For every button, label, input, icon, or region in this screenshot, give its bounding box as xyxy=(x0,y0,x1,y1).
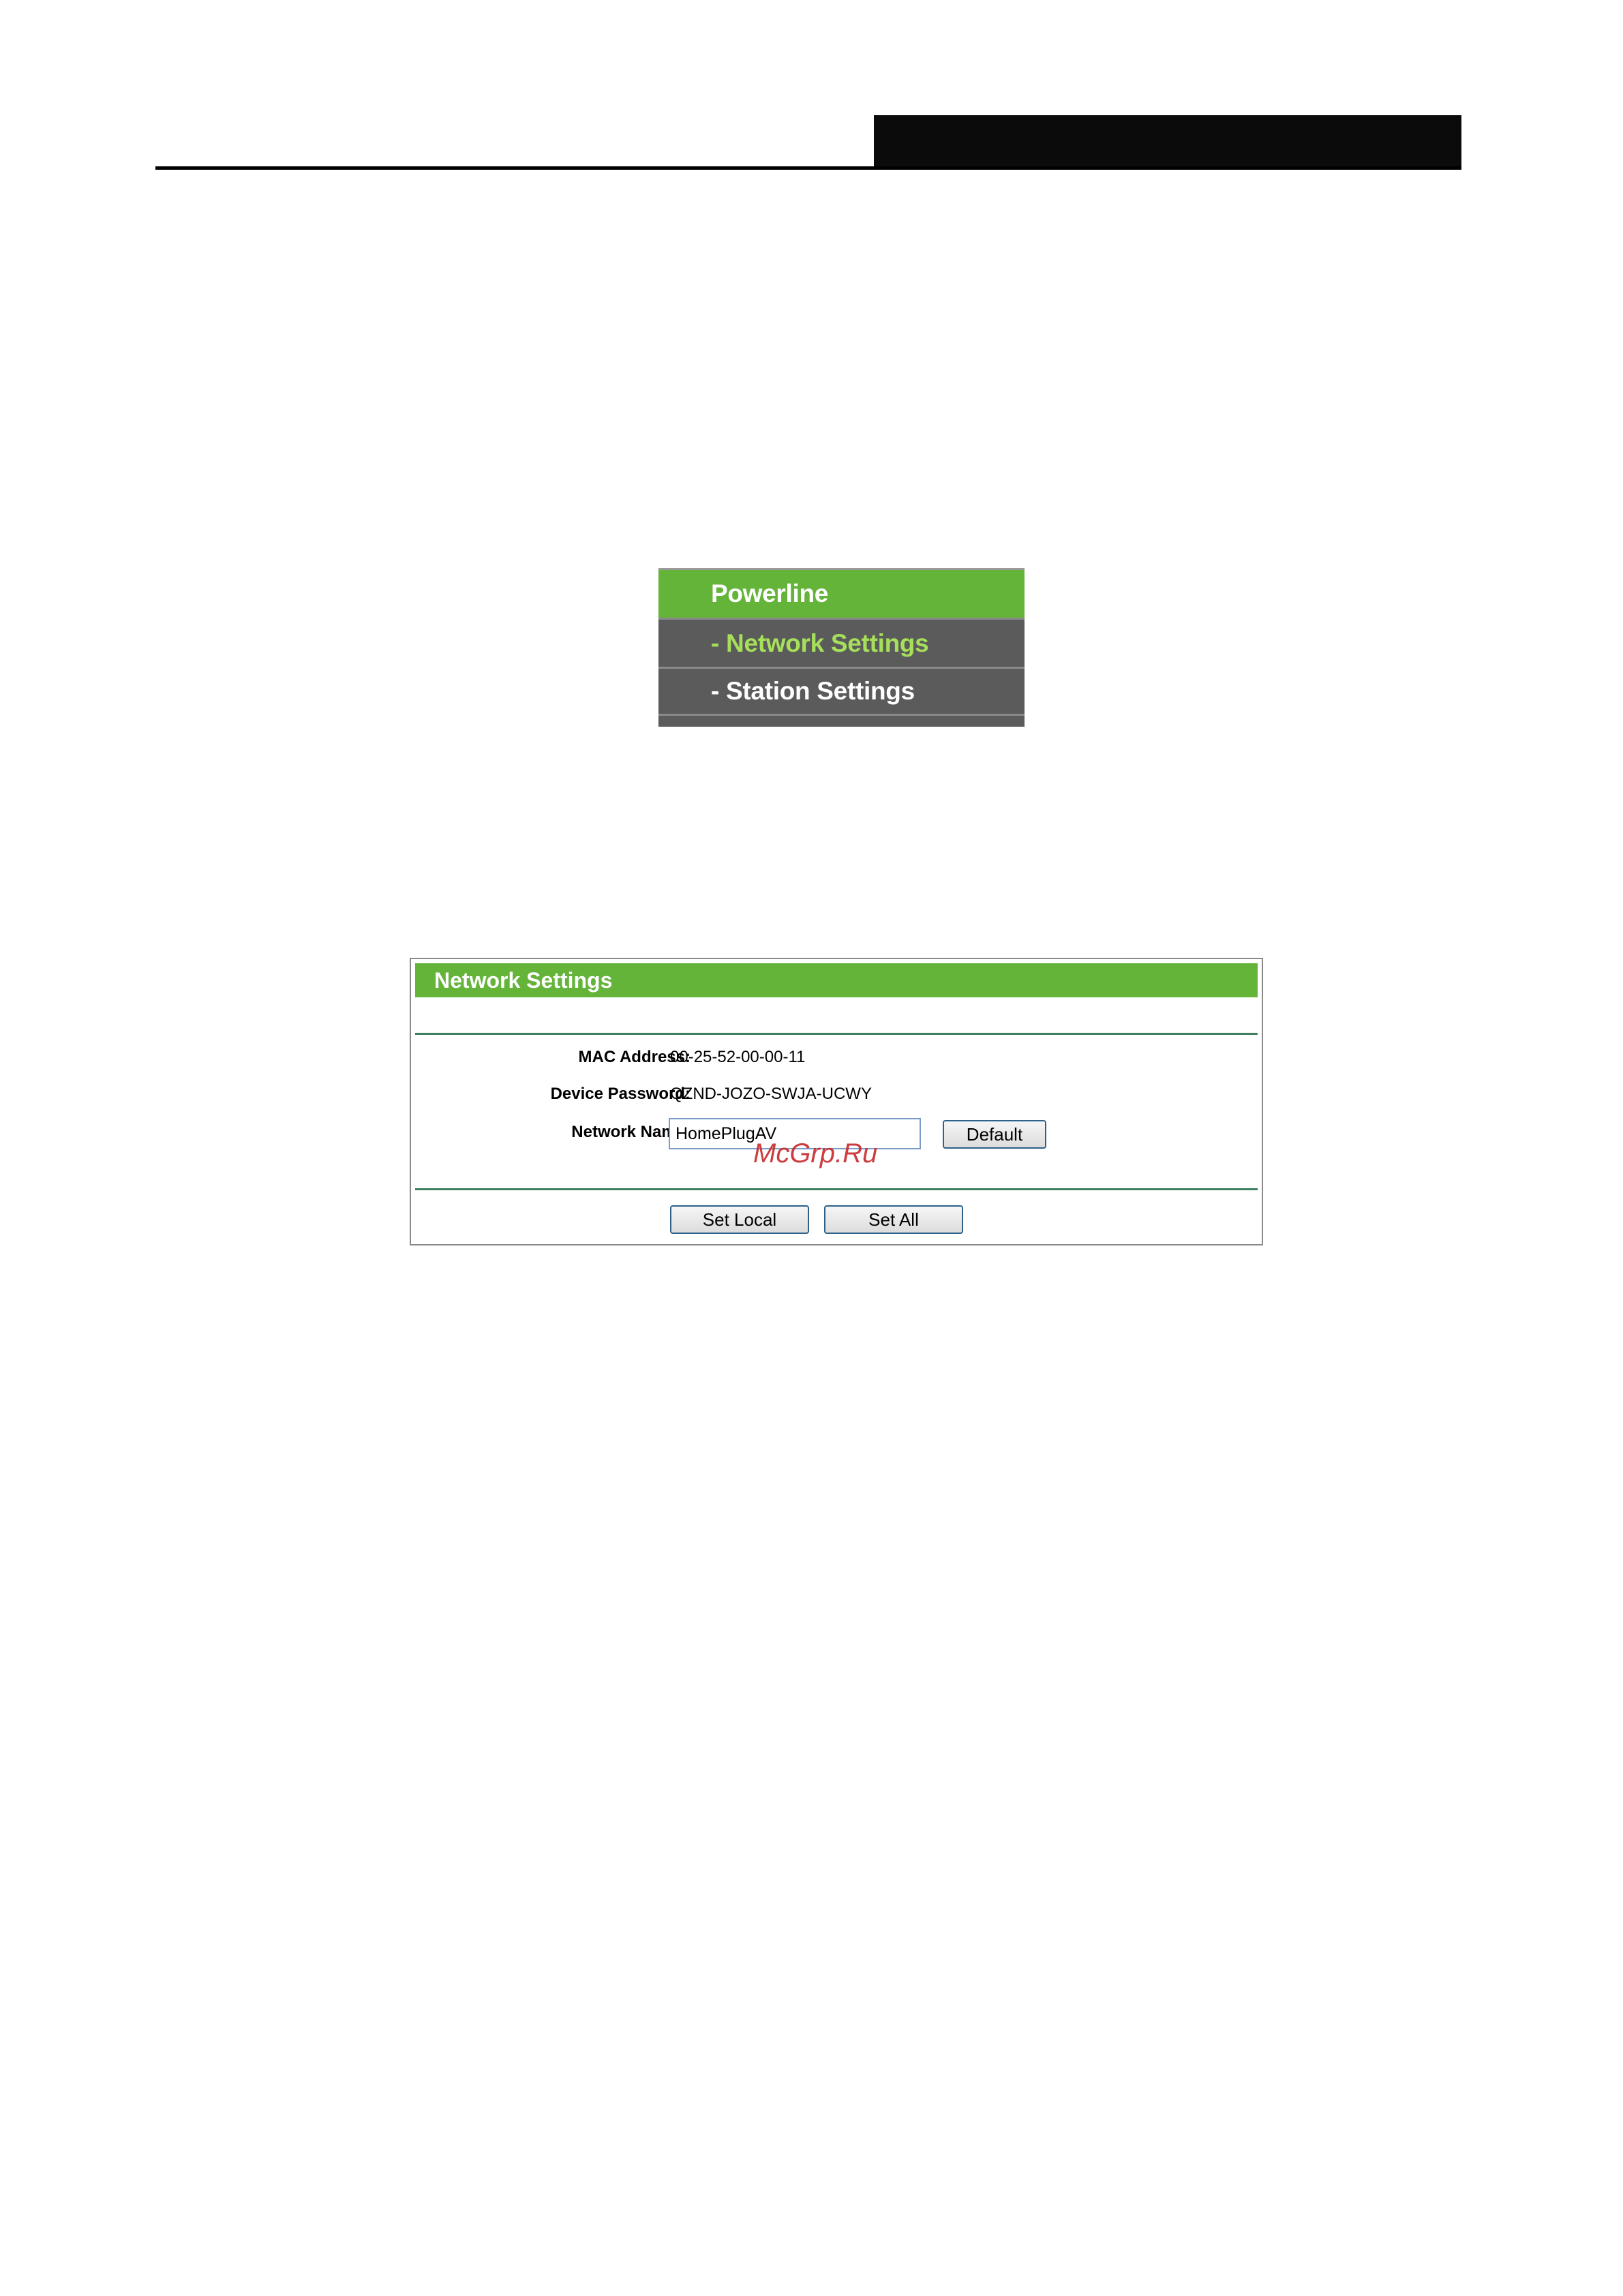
set-all-button[interactable]: Set All xyxy=(824,1205,963,1234)
mac-address-label: MAC Address: xyxy=(578,1048,691,1066)
divider xyxy=(415,1188,1258,1190)
menu-dash: - xyxy=(711,677,720,705)
menu-dash: - xyxy=(711,629,720,657)
header-bar xyxy=(874,115,1461,166)
menu-item-label: Station Settings xyxy=(726,677,915,705)
header-rule xyxy=(155,166,1461,170)
menu-item-powerline[interactable]: Powerline xyxy=(658,570,1025,618)
set-local-button[interactable]: Set Local xyxy=(670,1205,809,1234)
menu-item-station-settings[interactable]: - Station Settings xyxy=(658,667,1025,716)
network-name-label: Network Name: xyxy=(571,1123,691,1141)
watermark: McGrp.Ru xyxy=(753,1138,878,1168)
menu-title: Powerline xyxy=(711,579,829,607)
powerline-menu: Powerline - Network Settings - Station S… xyxy=(658,568,1025,727)
network-settings-panel: Network Settings MAC Address: 00-25-52-0… xyxy=(410,958,1263,1245)
panel-title: Network Settings xyxy=(415,963,1258,997)
menu-item-label: Network Settings xyxy=(726,629,929,657)
default-button[interactable]: Default xyxy=(943,1120,1046,1149)
mac-address-value: 00-25-52-00-00-11 xyxy=(670,1048,806,1066)
menu-item-network-settings[interactable]: - Network Settings xyxy=(658,618,1025,667)
divider xyxy=(415,1033,1258,1035)
device-password-label: Device Password: xyxy=(550,1085,691,1103)
device-password-value: QZND-JOZO-SWJA-UCWY xyxy=(670,1085,872,1103)
